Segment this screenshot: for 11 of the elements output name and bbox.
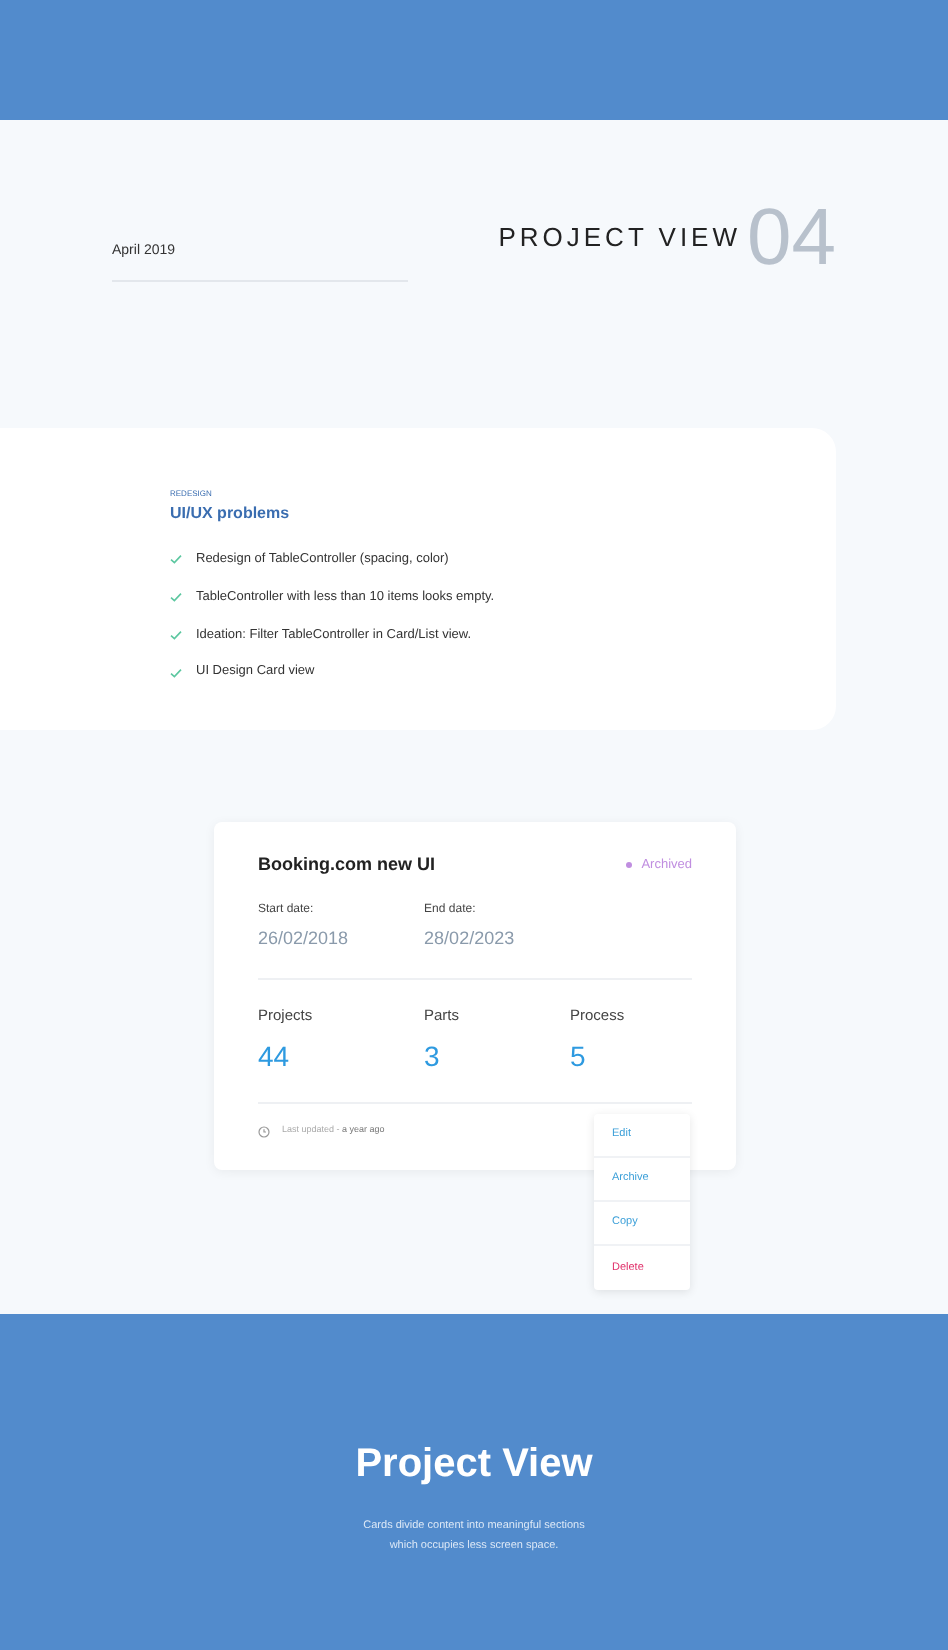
clock-icon (258, 1125, 270, 1138)
section-title: PROJECT VIEW (498, 220, 741, 257)
card-heading: UI/UX problems (170, 502, 290, 526)
date-value: 26/02/2018 (258, 925, 349, 951)
date-value: 28/02/2023 (424, 925, 515, 951)
stat-value: 5 (570, 1038, 588, 1077)
section-number: 04 (747, 198, 836, 278)
stat-value: 3 (424, 1038, 442, 1077)
band-title: Project View (355, 1440, 593, 1490)
project-title: Booking.com new UI (258, 852, 436, 878)
stat-value: 44 (258, 1038, 292, 1077)
